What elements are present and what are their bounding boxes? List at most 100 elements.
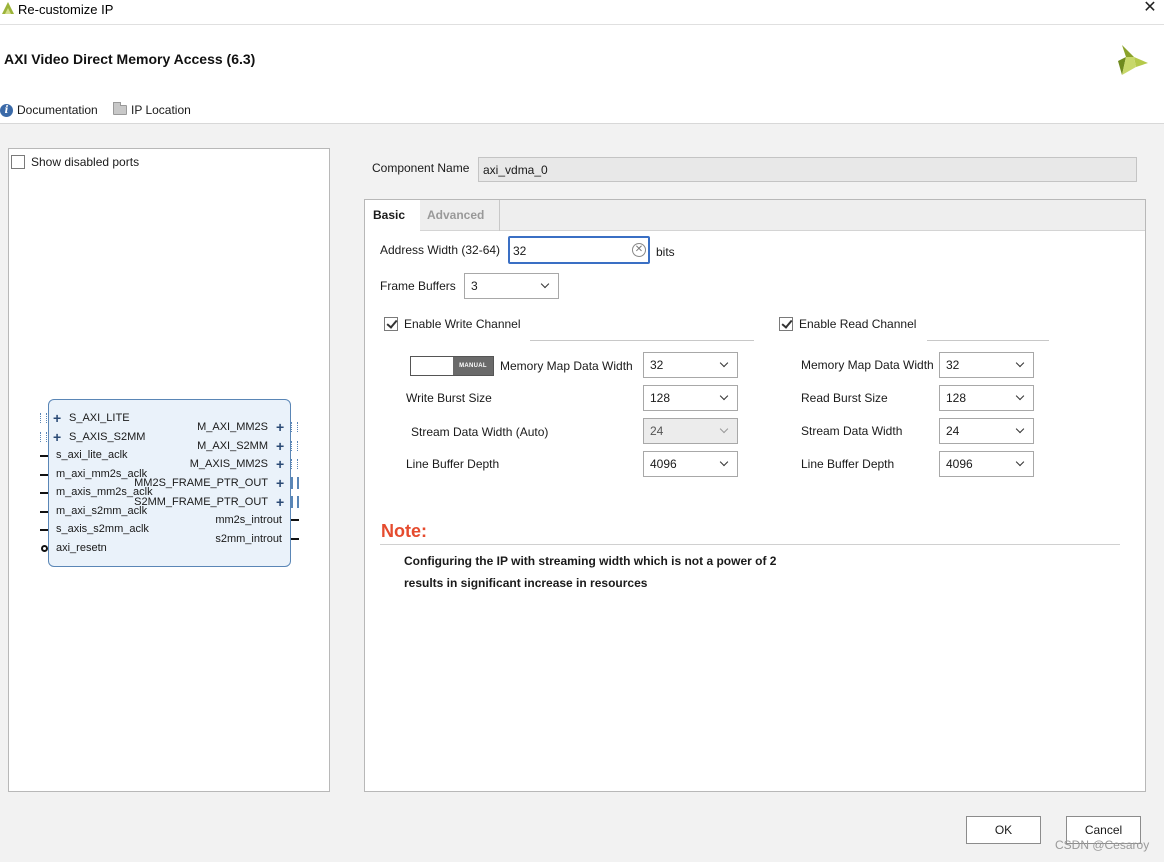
- documentation-link[interactable]: i Documentation: [0, 102, 98, 118]
- enable-read-channel-label: Enable Read Channel: [799, 317, 917, 331]
- port-s-axis-s2mm: S_AXIS_S2MM: [69, 431, 146, 443]
- enable-read-channel-checkbox[interactable]: [779, 317, 793, 331]
- pin-s-axi-lite-aclk: [40, 455, 48, 457]
- write-stream-width-value: 24: [650, 424, 664, 438]
- read-mm-width-select[interactable]: 32: [939, 352, 1034, 378]
- expand-m-axi-mm2s-icon[interactable]: +: [276, 420, 284, 434]
- enable-write-channel-checkbox[interactable]: [384, 317, 398, 331]
- xilinx-logo-icon: [1118, 45, 1148, 75]
- close-button[interactable]: ✕: [1140, 0, 1160, 18]
- write-stream-width-label: Stream Data Width (Auto): [411, 425, 549, 439]
- port-s2mm-introut: s2mm_introut: [215, 533, 282, 545]
- port-mm2s-introut: mm2s_introut: [215, 514, 282, 526]
- port-m-axi-mm2s: M_AXI_MM2S: [197, 421, 268, 433]
- folder-icon: [113, 102, 127, 115]
- info-icon: i: [0, 103, 13, 117]
- show-disabled-ports-checkbox[interactable]: [11, 155, 25, 169]
- expand-s-axis-s2mm-icon[interactable]: +: [53, 430, 61, 444]
- pin-s-axis-s2mm-aclk: [40, 529, 48, 531]
- read-stream-width-value: 24: [946, 424, 960, 438]
- frame-buffers-value: 3: [471, 279, 478, 293]
- write-line-buffer-select[interactable]: 4096: [643, 451, 738, 477]
- ip-location-label: IP Location: [131, 103, 191, 117]
- expand-s-axi-lite-icon[interactable]: +: [53, 411, 61, 425]
- title-bar: [0, 0, 1164, 24]
- note-divider: [380, 544, 1120, 545]
- documentation-label: Documentation: [17, 103, 98, 117]
- write-line-buffer-value: 4096: [650, 457, 677, 471]
- read-stream-width-select[interactable]: 24: [939, 418, 1034, 444]
- write-group-divider: [530, 340, 754, 341]
- frame-buffers-label: Frame Buffers: [380, 279, 456, 293]
- bus-pin-s-axi-lite: [40, 413, 47, 423]
- enable-read-channel-toggle[interactable]: Enable Read Channel: [779, 317, 916, 331]
- read-line-buffer-label: Line Buffer Depth: [801, 457, 895, 471]
- bus-pin-mm2s-frame-ptr-out: [291, 477, 299, 489]
- chevron-down-icon: [1015, 457, 1025, 467]
- read-burst-size-label: Read Burst Size: [801, 391, 888, 405]
- show-disabled-ports-toggle[interactable]: Show disabled ports: [11, 155, 139, 169]
- read-burst-size-value: 128: [946, 391, 967, 405]
- frame-buffers-select[interactable]: 3: [464, 273, 559, 299]
- show-disabled-ports-label: Show disabled ports: [31, 155, 140, 169]
- port-s-axi-lite-aclk: s_axi_lite_aclk: [56, 449, 128, 461]
- port-m-axis-mm2s: M_AXIS_MM2S: [189, 458, 268, 470]
- ip-location-link[interactable]: IP Location: [113, 102, 191, 118]
- write-mm-width-select[interactable]: 32: [643, 352, 738, 378]
- pin-axi-resetn: [41, 545, 48, 552]
- manual-mode-toggle[interactable]: MANUAL: [410, 356, 494, 376]
- component-name-label: Component Name: [372, 161, 470, 175]
- port-s-axi-lite: S_AXI_LITE: [69, 412, 130, 424]
- app-logo-icon: [2, 2, 14, 14]
- tab-advanced[interactable]: Advanced: [420, 200, 500, 231]
- write-burst-size-value: 128: [650, 391, 671, 405]
- chevron-down-icon: [719, 391, 729, 401]
- note-title: Note:: [381, 521, 427, 541]
- write-line-buffer-label: Line Buffer Depth: [406, 457, 500, 471]
- write-burst-size-select[interactable]: 128: [643, 385, 738, 411]
- chevron-down-icon: [1015, 391, 1025, 401]
- write-mm-width-value: 32: [650, 358, 664, 372]
- chevron-down-icon: [1015, 424, 1025, 434]
- enable-write-channel-toggle[interactable]: Enable Write Channel: [384, 317, 521, 331]
- address-width-label: Address Width (32-64): [380, 243, 501, 257]
- clear-icon[interactable]: ✕: [632, 243, 646, 257]
- pin-m-axi-s2mm-aclk: [40, 511, 48, 513]
- address-width-input[interactable]: 32: [508, 236, 650, 264]
- port-mm2s-frame-ptr-out: MM2S_FRAME_PTR_OUT: [134, 477, 268, 489]
- port-s-axis-s2mm-aclk: s_axis_s2mm_aclk: [56, 523, 149, 535]
- chevron-down-icon: [719, 424, 729, 434]
- note-text-line-1: Configuring the IP with streaming width …: [404, 554, 777, 568]
- pin-mm2s-introut: [291, 519, 299, 521]
- window-title: Re-customize IP: [18, 2, 114, 17]
- chevron-down-icon: [719, 358, 729, 368]
- read-line-buffer-select[interactable]: 4096: [939, 451, 1034, 477]
- pin-s2mm-introut: [291, 538, 299, 540]
- component-name-field: axi_vdma_0: [478, 157, 1137, 182]
- expand-mm2s-frame-ptr-out-icon[interactable]: +: [276, 476, 284, 490]
- expand-s2mm-frame-ptr-out-icon[interactable]: +: [276, 495, 284, 509]
- ip-header: AXI Video Direct Memory Access (6.3) i D…: [0, 24, 1164, 124]
- tab-basic[interactable]: Basic: [365, 200, 420, 232]
- port-s2mm-frame-ptr-out: S2MM_FRAME_PTR_OUT: [134, 496, 268, 508]
- port-m-axi-s2mm: M_AXI_S2MM: [197, 440, 268, 452]
- read-burst-size-select[interactable]: 128: [939, 385, 1034, 411]
- expand-m-axi-s2mm-icon[interactable]: +: [276, 439, 284, 453]
- watermark: CSDN @Cesaroy: [1055, 838, 1150, 852]
- bus-pin-s-axis-s2mm: [40, 432, 47, 442]
- ok-button[interactable]: OK: [966, 816, 1041, 844]
- pin-m-axis-mm2s-aclk: [40, 492, 48, 494]
- read-mm-width-value: 32: [946, 358, 960, 372]
- note-text-line-2: results in significant increase in resou…: [404, 576, 648, 590]
- bus-pin-m-axi-s2mm: [291, 441, 298, 451]
- bus-pin-s2mm-frame-ptr-out: [291, 496, 299, 508]
- address-width-unit: bits: [656, 245, 675, 259]
- write-stream-width-select: 24: [643, 418, 738, 444]
- read-group-divider: [927, 340, 1049, 341]
- bus-pin-m-axis-mm2s: [291, 459, 298, 469]
- pin-m-axi-mm2s-aclk: [40, 474, 48, 476]
- chevron-down-icon: [540, 279, 550, 289]
- enable-write-channel-label: Enable Write Channel: [404, 317, 521, 331]
- expand-m-axis-mm2s-icon[interactable]: +: [276, 457, 284, 471]
- bus-pin-m-axi-mm2s: [291, 422, 298, 432]
